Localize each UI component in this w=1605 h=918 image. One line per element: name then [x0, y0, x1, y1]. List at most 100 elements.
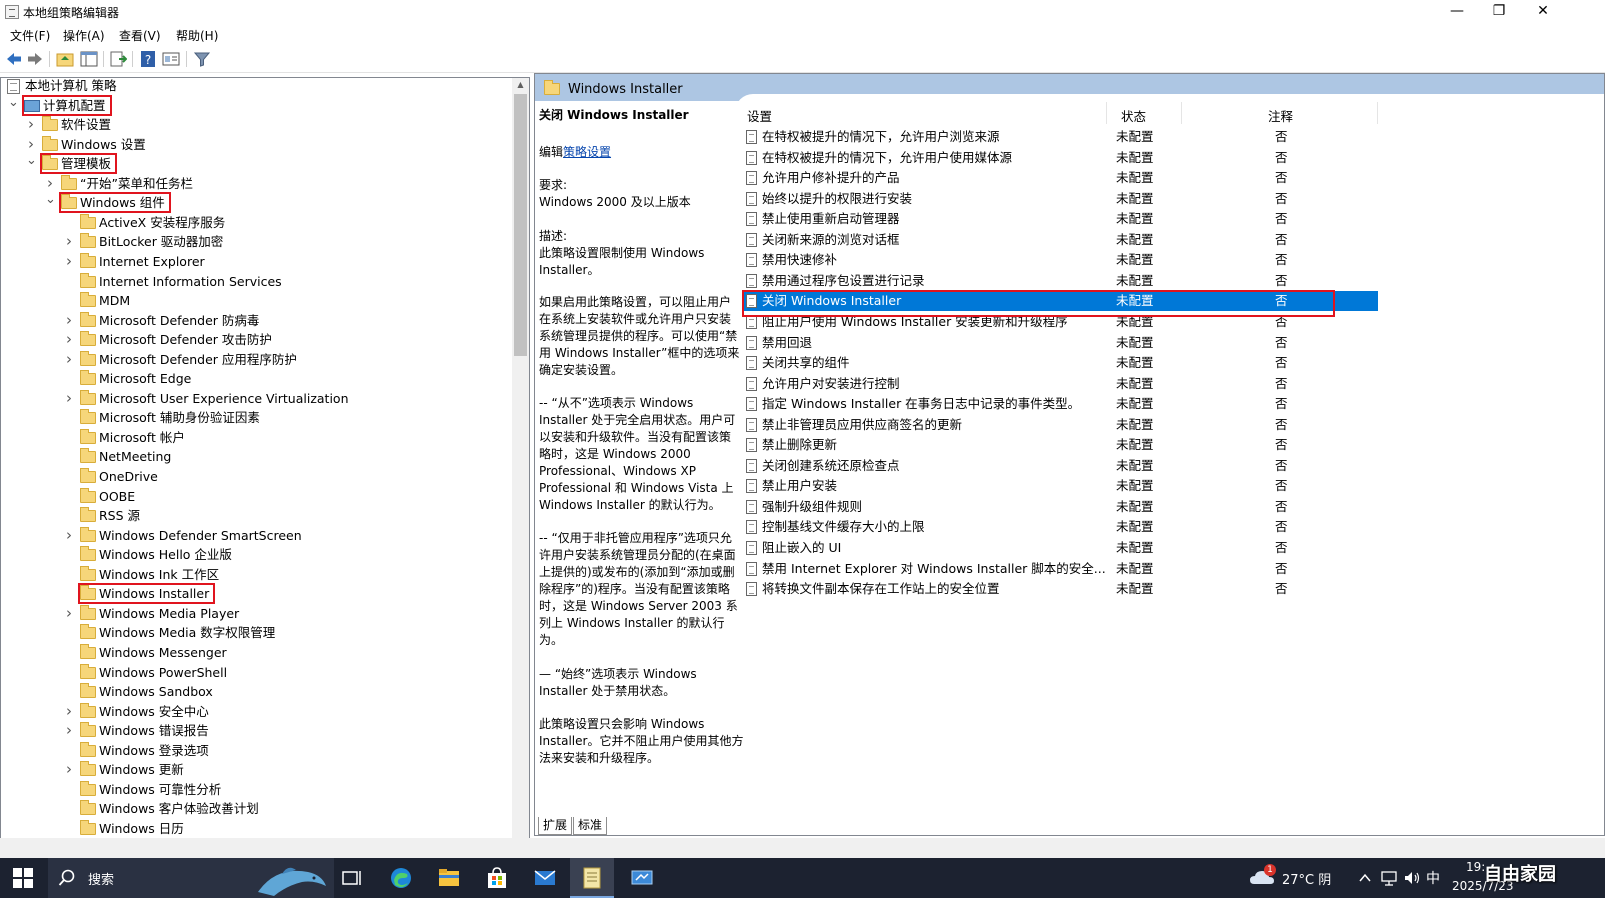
up-folder-icon[interactable] [56, 50, 74, 68]
chevron-right-icon[interactable]: › [64, 311, 74, 331]
chevron-right-icon[interactable]: › [26, 135, 36, 155]
policy-row[interactable]: 禁止使用重新启动管理器 未配置 否 [742, 209, 1378, 229]
tree-node[interactable]: Windows Media 数字权限管理 [1, 623, 511, 643]
chevron-right-icon[interactable]: › [64, 760, 74, 780]
taskbar-search[interactable]: 搜索 [48, 858, 334, 898]
chevron-right-icon[interactable]: › [64, 702, 74, 722]
tree-node[interactable]: RSS 源 [1, 506, 511, 526]
tab-extended[interactable]: 扩展 [538, 817, 573, 835]
tree-node[interactable]: › Microsoft Defender 攻击防护 [1, 330, 511, 350]
tree-node[interactable]: ActiveX 安装程序服务 [1, 213, 511, 233]
tree-node[interactable]: › “开始”菜单和任务栏 [1, 174, 511, 194]
remote-desktop-icon[interactable] [630, 866, 654, 890]
tree-node[interactable]: OneDrive [1, 467, 511, 487]
file-explorer-icon[interactable] [437, 866, 461, 890]
column-header-setting[interactable]: 设置 [747, 106, 772, 125]
menu-help[interactable]: 帮助(H) [176, 27, 218, 44]
taskbar-active-app[interactable] [570, 858, 614, 898]
tab-standard[interactable]: 标准 [573, 817, 608, 835]
edit-policy-link[interactable]: 策略设置 [563, 145, 611, 159]
chevron-right-icon[interactable]: › [26, 115, 36, 135]
network-icon[interactable] [1380, 869, 1398, 887]
tree-node[interactable]: Microsoft 帐户 [1, 428, 511, 448]
tree-node[interactable]: Windows 可靠性分析 [1, 780, 511, 800]
tree-node[interactable]: › Microsoft Defender 防病毒 [1, 311, 511, 331]
chevron-right-icon[interactable]: › [64, 350, 74, 370]
tree-node[interactable]: Windows Messenger [1, 643, 511, 663]
weather-text[interactable]: 27°C 阴 [1282, 869, 1331, 888]
policy-row[interactable]: 禁用回退 未配置 否 [742, 333, 1378, 353]
windows-start-icon[interactable] [12, 867, 34, 889]
chevron-right-icon[interactable]: › [64, 604, 74, 624]
policy-row[interactable]: 始终以提升的权限进行安装 未配置 否 [742, 189, 1378, 209]
policy-row[interactable]: 控制基线文件缓存大小的上限 未配置 否 [742, 517, 1378, 537]
forward-arrow-icon[interactable] [26, 50, 44, 68]
policy-row[interactable]: 禁用通过程序包设置进行记录 未配置 否 [742, 271, 1378, 291]
policy-row[interactable]: 禁止用户安装 未配置 否 [742, 476, 1378, 496]
tree-node[interactable]: › Windows Defender SmartScreen [1, 526, 511, 546]
tree-node[interactable]: › Windows Media Player [1, 604, 511, 624]
volume-icon[interactable] [1403, 869, 1421, 887]
chevron-up-icon[interactable] [1358, 872, 1372, 884]
minimize-button[interactable]: — [1434, 0, 1480, 24]
policy-row[interactable]: 禁用快速修补 未配置 否 [742, 250, 1378, 270]
policy-row[interactable]: 阻止嵌入的 UI 未配置 否 [742, 538, 1378, 558]
column-header-comment[interactable]: 注释 [1268, 106, 1293, 125]
tree-node[interactable]: Windows PowerShell [1, 663, 511, 683]
tree-node[interactable]: 本地计算机 策略 [1, 78, 511, 96]
policy-row[interactable]: 关闭新来源的浏览对话框 未配置 否 [742, 230, 1378, 250]
policy-row[interactable]: 关闭创建系统还原检查点 未配置 否 [742, 456, 1378, 476]
policy-row[interactable]: 在特权被提升的情况下，允许用户浏览来源 未配置 否 [742, 127, 1378, 147]
tree-node[interactable]: › Windows 错误报告 [1, 721, 511, 741]
tree-node[interactable]: Microsoft Edge [1, 369, 511, 389]
microsoft-store-icon[interactable] [485, 866, 509, 890]
task-view-icon[interactable] [340, 866, 364, 890]
tree-node[interactable]: ⌄ 计算机配置 [1, 94, 511, 116]
policy-row[interactable]: 强制升级组件规则 未配置 否 [742, 497, 1378, 517]
chevron-down-icon[interactable]: ⌄ [8, 95, 19, 116]
tree-node[interactable]: Windows Hello 企业版 [1, 545, 511, 565]
tree-node[interactable]: › Windows 更新 [1, 760, 511, 780]
chevron-right-icon[interactable]: › [64, 721, 74, 741]
export-list-icon[interactable] [109, 50, 127, 68]
tree-node[interactable]: Microsoft 辅助身份验证因素 [1, 408, 511, 428]
tree-node[interactable]: › 软件设置 [1, 115, 511, 135]
menu-file[interactable]: 文件(F) [10, 27, 50, 44]
edge-browser-icon[interactable] [389, 866, 413, 890]
tree-node[interactable]: Windows 客户体验改善计划 [1, 799, 511, 819]
policy-row[interactable]: 在特权被提升的情况下，允许用户使用媒体源 未配置 否 [742, 148, 1378, 168]
tree-node[interactable]: › Windows 设置 [1, 135, 511, 155]
policy-row[interactable]: 允许用户对安装进行控制 未配置 否 [742, 374, 1378, 394]
maximize-button[interactable]: ❐ [1476, 0, 1522, 24]
chevron-right-icon[interactable]: › [64, 232, 74, 252]
tree-node[interactable]: NetMeeting [1, 447, 511, 467]
column-separator[interactable] [1377, 102, 1378, 124]
tree-node[interactable]: › Internet Explorer [1, 252, 511, 272]
tree-node[interactable]: Windows Ink 工作区 [1, 565, 511, 585]
filter-icon[interactable] [193, 50, 211, 68]
policy-row[interactable]: 禁止删除更新 未配置 否 [742, 435, 1378, 455]
tree-node[interactable]: › Windows 安全中心 [1, 702, 511, 722]
chevron-right-icon[interactable]: › [45, 174, 55, 194]
clock-time[interactable]: 19: [1466, 860, 1485, 874]
chevron-right-icon[interactable]: › [64, 330, 74, 350]
tree-scrollbar[interactable]: ▲ ▼ [512, 78, 529, 854]
chevron-right-icon[interactable]: › [64, 526, 74, 546]
tree-node[interactable]: ⌄ Windows 组件 [1, 192, 511, 214]
policy-row[interactable]: 禁用 Internet Explorer 对 Windows Installer… [742, 559, 1378, 579]
menu-view[interactable]: 查看(V) [119, 27, 161, 44]
mail-icon[interactable] [533, 866, 557, 890]
tree-node[interactable]: ⌄ 管理模板 [1, 153, 511, 175]
tree-node[interactable]: Windows 日历 [1, 819, 511, 839]
column-separator[interactable] [1106, 102, 1107, 124]
tree-node[interactable]: › Microsoft User Experience Virtualizatio… [1, 389, 511, 409]
column-header-state[interactable]: 状态 [1121, 106, 1146, 125]
tree-node[interactable]: Windows Sandbox [1, 682, 511, 702]
menu-action[interactable]: 操作(A) [63, 27, 105, 44]
tree-node[interactable]: MDM [1, 291, 511, 311]
tree-node[interactable]: › BitLocker 驱动器加密 [1, 232, 511, 252]
help-icon[interactable]: ? [139, 50, 157, 68]
properties-icon[interactable] [162, 50, 180, 68]
policy-row[interactable]: 将转换文件副本保存在工作站上的安全位置 未配置 否 [742, 579, 1378, 599]
chevron-down-icon[interactable]: ⌄ [26, 154, 37, 174]
